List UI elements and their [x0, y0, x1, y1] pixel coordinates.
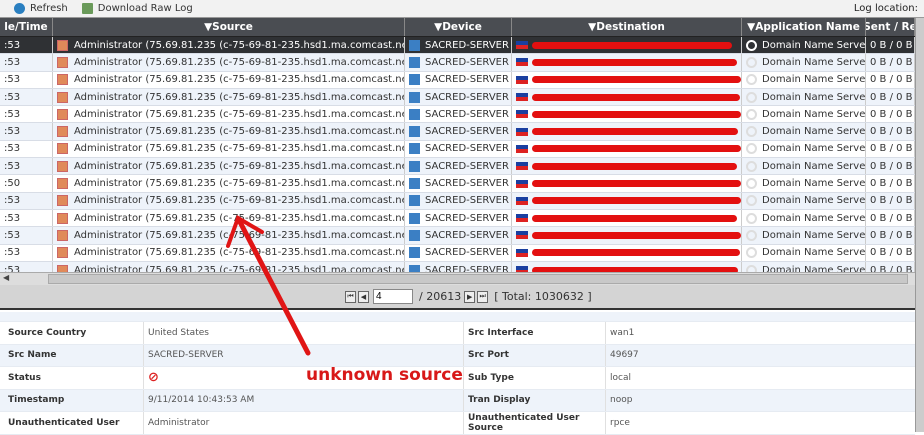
annotation-text: unknown source — [306, 365, 463, 385]
